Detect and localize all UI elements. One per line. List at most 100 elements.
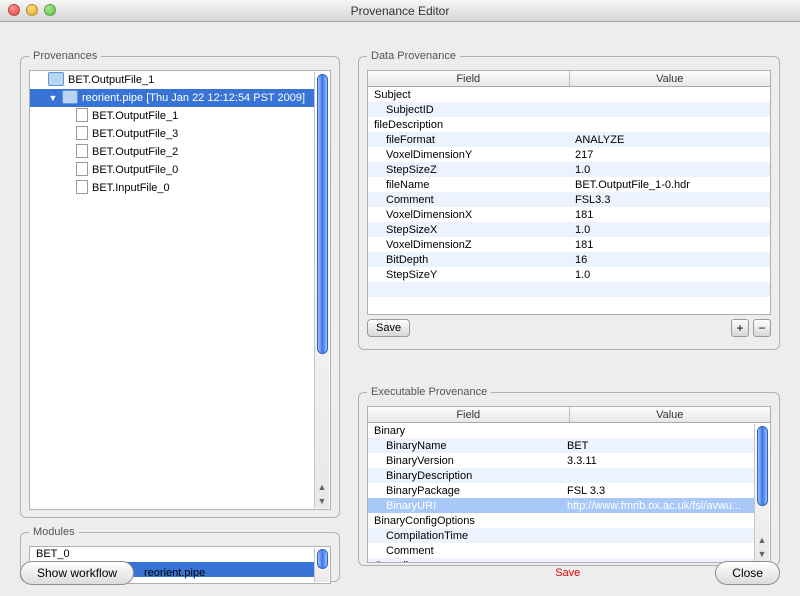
scroll-down-icon[interactable]: ▼ — [318, 494, 327, 508]
executable-provenance-table[interactable]: BinaryBinaryNameBETBinaryVersion3.3.11Bi… — [367, 423, 771, 563]
table-row[interactable]: BinaryConfigOptions — [368, 513, 754, 528]
save-unsaved-label[interactable]: Save — [555, 567, 580, 579]
table-row[interactable]: BinaryNameBET — [368, 438, 754, 453]
value-cell: ANALYZE — [569, 134, 770, 146]
value-cell: 16 — [569, 254, 770, 266]
table-row[interactable]: fileNameBET.OutputFile_1-0.hdr — [368, 177, 770, 192]
tree-row[interactable]: BET.OutputFile_0 — [30, 161, 314, 179]
disclosure-icon[interactable]: ▼ — [48, 93, 58, 103]
value-cell: 181 — [569, 209, 770, 221]
table-row[interactable]: Comment — [368, 543, 754, 558]
value-cell: 181 — [569, 239, 770, 251]
table-row[interactable]: Binary — [368, 423, 754, 438]
remove-button[interactable]: − — [753, 319, 771, 337]
modules-legend: Modules — [29, 526, 79, 538]
tree-label: reorient.pipe [Thu Jan 22 12:12:54 PST 2… — [82, 92, 305, 104]
table-row[interactable]: StepSizeZ1.0 — [368, 162, 770, 177]
table-row[interactable]: BinaryURIhttp://www.fmrib.ox.ac.uk/fsl/a… — [368, 498, 754, 513]
tree-label: BET.OutputFile_2 — [92, 146, 178, 158]
field-cell: BinaryConfigOptions — [368, 515, 561, 527]
field-cell: BinaryPackage — [368, 485, 561, 497]
close-window-icon[interactable] — [8, 4, 20, 16]
tree-row[interactable]: BET.OutputFile_3 — [30, 125, 314, 143]
tree-row[interactable]: ▼ reorient.pipe [Thu Jan 22 12:12:54 PST… — [30, 89, 314, 107]
field-cell: VoxelDimensionX — [368, 209, 569, 221]
value-cell: BET.OutputFile_1-0.hdr — [569, 179, 770, 191]
scrollbar-thumb[interactable] — [317, 74, 328, 354]
close-button[interactable]: Close — [715, 561, 780, 585]
executable-provenance-legend: Executable Provenance — [367, 386, 491, 398]
value-cell: 217 — [569, 149, 770, 161]
field-cell: Comment — [368, 545, 561, 557]
field-cell: VoxelDimensionY — [368, 149, 569, 161]
save-button[interactable]: Save — [367, 319, 410, 337]
file-icon — [76, 162, 88, 179]
minimize-window-icon[interactable] — [26, 4, 38, 16]
folder-icon — [62, 90, 78, 107]
zoom-window-icon[interactable] — [44, 4, 56, 16]
value-cell: 3.3.11 — [561, 455, 754, 467]
tree-label: BET.InputFile_0 — [92, 182, 170, 194]
scrollbar-thumb[interactable] — [757, 426, 768, 506]
provenances-legend: Provenances — [29, 50, 101, 62]
table-row[interactable]: BitDepth16 — [368, 252, 770, 267]
pipe-name-label: reorient.pipe — [144, 567, 205, 579]
table-row[interactable]: CompilationTime — [368, 528, 754, 543]
table-row[interactable]: BinaryDescription — [368, 468, 754, 483]
field-cell: VoxelDimensionZ — [368, 239, 569, 251]
table-row[interactable]: fileFormatANALYZE — [368, 132, 770, 147]
tree-row[interactable]: BET.OutputFile_1 — [30, 107, 314, 125]
tree-label: BET.OutputFile_1 — [68, 74, 154, 86]
bottom-bar: Show workflow reorient.pipe Save Close — [20, 560, 780, 586]
table-row — [368, 297, 770, 312]
scroll-up-icon[interactable]: ▲ — [318, 480, 327, 494]
titlebar: Provenance Editor — [0, 0, 800, 22]
table-row[interactable]: VoxelDimensionZ181 — [368, 237, 770, 252]
scroll-down-icon[interactable]: ▼ — [758, 547, 767, 561]
data-provenance-panel: Data Provenance Field Value SubjectSubje… — [358, 50, 780, 350]
show-workflow-button[interactable]: Show workflow — [20, 561, 134, 585]
table-row[interactable]: Subject — [368, 87, 770, 102]
table-row[interactable]: fileDescription — [368, 117, 770, 132]
tree-row[interactable]: BET.OutputFile_2 — [30, 143, 314, 161]
field-cell: BinaryVersion — [368, 455, 561, 467]
table-row[interactable]: BinaryPackageFSL 3.3 — [368, 483, 754, 498]
tree-label: BET.OutputFile_0 — [92, 164, 178, 176]
scrollbar[interactable]: ▲ ▼ — [754, 424, 769, 561]
value-header: Value — [570, 71, 771, 86]
scroll-up-icon[interactable]: ▲ — [758, 533, 767, 547]
window-title: Provenance Editor — [351, 4, 450, 18]
field-cell: BinaryName — [368, 440, 561, 452]
table-header: Field Value — [367, 70, 771, 87]
value-header: Value — [570, 407, 771, 422]
field-cell: StepSizeY — [368, 269, 569, 281]
table-row[interactable]: CommentFSL3.3 — [368, 192, 770, 207]
scrollbar[interactable]: ▲ ▼ — [314, 72, 329, 508]
table-header: Field Value — [367, 406, 771, 423]
provenances-tree[interactable]: BET.OutputFile_1 ▼ reorient.pipe [Thu Ja… — [29, 70, 331, 510]
field-cell: StepSizeZ — [368, 164, 569, 176]
data-provenance-table[interactable]: Subject SubjectID fileDescriptionfileForma… — [367, 87, 771, 315]
value-cell: http://www.fmrib.ox.ac.uk/fsl/avwu... — [561, 500, 754, 512]
table-row[interactable]: BinaryVersion3.3.11 — [368, 453, 754, 468]
table-row[interactable]: StepSizeY1.0 — [368, 267, 770, 282]
value-cell: 1.0 — [569, 224, 770, 236]
tree-row[interactable]: BET.OutputFile_1 — [30, 71, 314, 89]
value-cell: 1.0 — [569, 269, 770, 281]
field-cell: BitDepth — [368, 254, 569, 266]
field-cell: fileDescription — [368, 119, 569, 131]
add-button[interactable]: + — [731, 319, 749, 337]
window-controls — [8, 4, 56, 16]
folder-icon — [48, 72, 64, 89]
table-row[interactable]: VoxelDimensionX181 — [368, 207, 770, 222]
tree-label: BET.OutputFile_3 — [92, 128, 178, 140]
table-row[interactable]: VoxelDimensionY217 — [368, 147, 770, 162]
file-icon — [76, 180, 88, 197]
field-header: Field — [368, 71, 570, 86]
table-row[interactable]: StepSizeX1.0 — [368, 222, 770, 237]
field-cell: SubjectID — [368, 104, 569, 116]
table-row — [368, 282, 770, 297]
tree-row[interactable]: BET.InputFile_0 — [30, 179, 314, 197]
table-row[interactable]: SubjectID — [368, 102, 770, 117]
provenances-panel: Provenances BET.OutputFile_1 ▼ reorient.… — [20, 50, 340, 518]
